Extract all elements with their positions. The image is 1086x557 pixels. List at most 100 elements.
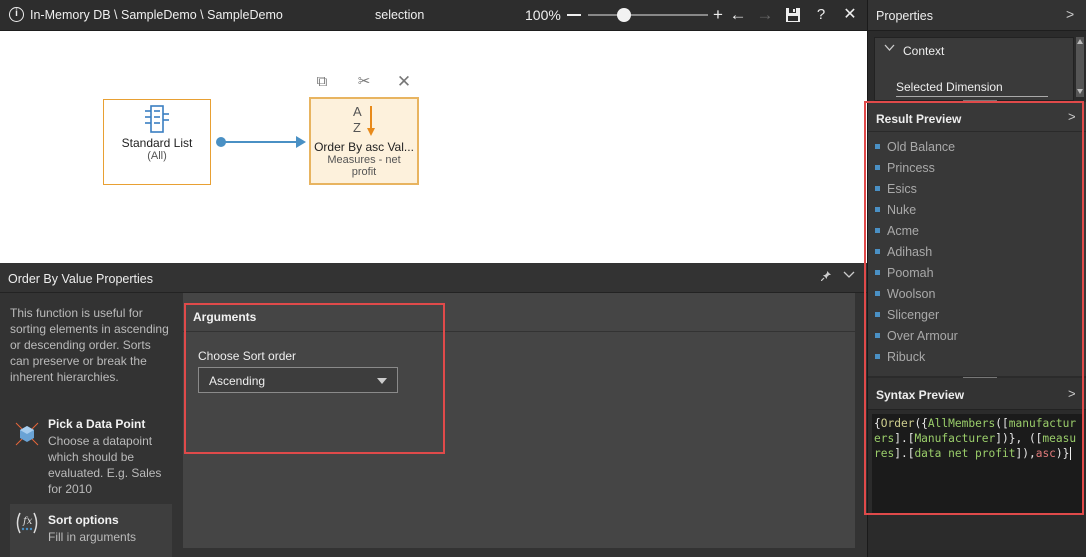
text-cursor: ​: [1070, 447, 1072, 460]
list-item: Acme: [874, 224, 958, 245]
chevron-right-icon[interactable]: >: [1068, 386, 1076, 401]
syntax-code-editor[interactable]: {Order({AllMembers([manufacturers].[Manu…: [872, 414, 1082, 514]
node-subtitle: Measures - net profit: [327, 154, 401, 178]
zoom-in-icon[interactable]: +: [708, 4, 728, 26]
list-item-label: Princess: [887, 161, 935, 175]
step-name: Sort options: [48, 513, 119, 527]
list-item: Poomah: [874, 266, 958, 287]
node-title: Order By asc Val...: [314, 140, 414, 154]
redo-icon[interactable]: →: [755, 4, 775, 26]
bullet-icon: [875, 354, 880, 359]
list-item-label: Nuke: [887, 203, 917, 217]
context-section: Context Selected Dimension: [874, 37, 1074, 101]
list-item-label: Old Balance: [887, 140, 956, 154]
bullet-icon: [875, 333, 880, 338]
delete-icon[interactable]: ✕: [395, 73, 413, 91]
sort-order-label: Choose Sort order: [198, 349, 297, 363]
list-icon: [145, 105, 169, 133]
function-icon: fx: [16, 512, 38, 534]
right-panel-title: Properties: [876, 9, 933, 23]
selected-dimension-tab[interactable]: Selected Dimension: [896, 80, 1003, 94]
copy-icon[interactable]: ⧉: [313, 73, 331, 91]
list-item: Princess: [874, 161, 958, 182]
node-order-by-value[interactable]: A Z Order By asc Val... Measures - net p…: [309, 97, 419, 185]
properties-header: Order By Value Properties: [0, 263, 867, 293]
list-item-label: Acme: [887, 224, 919, 238]
syntax-preview-header: Syntax Preview >: [868, 378, 1086, 410]
collapse-icon[interactable]: [843, 268, 855, 283]
list-item: Esics: [874, 182, 958, 203]
syntax-token: asc: [1035, 447, 1056, 460]
cut-icon[interactable]: ✂: [355, 73, 373, 91]
step-pick-data-point[interactable]: Pick a Data Point Choose a datapoint whi…: [10, 417, 172, 501]
save-icon[interactable]: [783, 4, 803, 26]
zoom-level: 100%: [525, 7, 561, 23]
syntax-token: ].[: [894, 447, 915, 460]
syntax-preview-title: Syntax Preview: [876, 388, 965, 402]
sort-order-dropdown[interactable]: Ascending: [198, 367, 398, 393]
properties-title: Order By Value Properties: [8, 272, 153, 286]
arguments-header: Arguments: [183, 293, 855, 332]
sort-a-glyph: A: [353, 104, 362, 119]
context-title[interactable]: Context: [903, 44, 944, 58]
bullet-icon: [875, 249, 880, 254]
list-item: Ribuck: [874, 350, 958, 371]
help-icon[interactable]: ?: [811, 4, 831, 26]
chevron-right-icon[interactable]: >: [1066, 6, 1074, 22]
list-item-label: Woolson: [887, 287, 936, 301]
zoom-slider-handle[interactable]: [617, 8, 631, 22]
syntax-token: ])}, ([: [995, 432, 1043, 445]
close-icon[interactable]: ✕: [840, 4, 860, 26]
bullet-icon: [875, 228, 880, 233]
sort-az-icon: A Z: [349, 104, 379, 140]
result-preview-title: Result Preview: [876, 112, 962, 126]
list-item: Old Balance: [874, 140, 958, 161]
chevron-down-icon[interactable]: [884, 42, 895, 56]
zoom-slider[interactable]: [588, 14, 708, 16]
syntax-token: AllMembers: [927, 417, 996, 430]
top-toolbar: i In-Memory DB \ SampleDemo \ SampleDemo…: [0, 0, 867, 31]
right-properties-panel: Properties > Context Selected Dimension …: [867, 0, 1086, 557]
bullet-icon: [875, 312, 880, 317]
list-item: Slicenger: [874, 308, 958, 329]
chevron-right-icon[interactable]: >: [1068, 109, 1076, 124]
zoom-out-icon[interactable]: [567, 14, 581, 16]
right-panel-header: Properties >: [868, 0, 1086, 31]
mode-label: selection: [375, 8, 425, 22]
step-hint: Choose a datapoint which should be evalu…: [48, 434, 162, 496]
list-item-label: Over Armour: [887, 329, 958, 343]
syntax-token: ]),: [1015, 447, 1036, 460]
bullet-icon: [875, 207, 880, 212]
syntax-token: Order: [880, 417, 915, 430]
chevron-down-icon: [377, 378, 387, 384]
syntax-preview-section: Syntax Preview > {Order({AllMembers([man…: [868, 378, 1086, 557]
syntax-token: data net profit: [914, 447, 1016, 460]
syntax-token: ].[: [894, 432, 915, 445]
syntax-token: {: [874, 417, 881, 430]
undo-icon[interactable]: ←: [728, 4, 748, 26]
pin-icon[interactable]: [820, 271, 831, 284]
workflow-canvas[interactable]: ⧉ ✂ ✕ Standard List (All) A Z Order By a…: [0, 31, 867, 263]
list-item: Nuke: [874, 203, 958, 224]
scrollbar[interactable]: [1076, 37, 1084, 97]
node-standard-list[interactable]: Standard List (All): [103, 99, 211, 185]
step-name: Pick a Data Point: [48, 417, 146, 431]
list-item-label: Slicenger: [887, 308, 940, 322]
list-item: Adihash: [874, 245, 958, 266]
svg-text:fx: fx: [22, 516, 33, 527]
step-hint: Fill in arguments: [48, 530, 137, 544]
result-preview-header: Result Preview >: [868, 102, 1086, 132]
function-description: This function is useful for sorting elem…: [10, 306, 169, 384]
bullet-icon: [875, 270, 880, 275]
arguments-panel: Arguments Choose Sort order Ascending: [183, 293, 855, 548]
list-item-label: Adihash: [887, 245, 933, 259]
sort-z-glyph: Z: [353, 120, 361, 135]
list-item: Over Armour: [874, 329, 958, 350]
step-sort-options[interactable]: fx Sort options Fill in arguments: [10, 504, 172, 557]
connector-arrow: [296, 136, 306, 148]
connector-line: [220, 141, 298, 143]
arguments-title: Arguments: [193, 310, 257, 324]
bullet-icon: [875, 291, 880, 296]
info-icon[interactable]: i: [9, 7, 24, 22]
sort-order-value: Ascending: [209, 374, 266, 388]
